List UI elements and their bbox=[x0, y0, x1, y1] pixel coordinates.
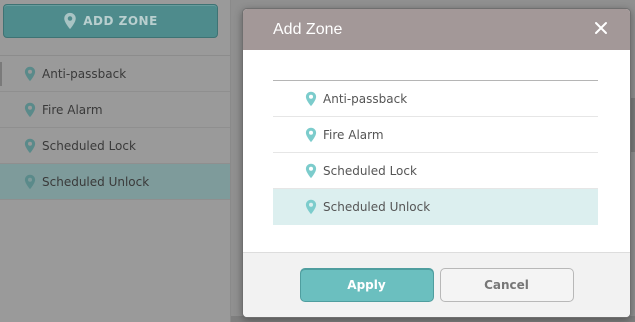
background-zone-label: Scheduled Lock bbox=[42, 138, 136, 153]
dialog-body: Anti-passback Fire Alarm Scheduled Lock bbox=[243, 50, 630, 254]
zone-label: Scheduled Lock bbox=[323, 163, 417, 178]
background-zone-label: Anti-passback bbox=[42, 66, 127, 81]
list-marker bbox=[0, 62, 2, 86]
background-sidebar: ADD ZONE Anti-passback Fire Alarm Schedu… bbox=[0, 0, 230, 322]
map-pin-icon bbox=[24, 102, 36, 117]
zone-label: Scheduled Unlock bbox=[323, 200, 431, 214]
background-zone-item-anti-passback[interactable]: Anti-passback bbox=[0, 56, 230, 92]
cancel-button[interactable]: Cancel bbox=[439, 268, 574, 302]
background-zone-item-scheduled-unlock[interactable]: Scheduled Unlock bbox=[0, 164, 230, 200]
add-zone-dialog: Add Zone Anti-passback Fire Alarm Schedu… bbox=[242, 8, 631, 318]
zone-item-anti-passback[interactable]: Anti-passback bbox=[273, 81, 598, 117]
background-zone-list: Anti-passback Fire Alarm Scheduled Lock … bbox=[0, 56, 230, 200]
background-zone-label: Fire Alarm bbox=[42, 102, 103, 117]
dialog-header: Add Zone bbox=[243, 9, 630, 50]
zone-item-scheduled-lock[interactable]: Scheduled Lock bbox=[273, 153, 598, 189]
background-zone-item-fire-alarm[interactable]: Fire Alarm bbox=[0, 92, 230, 128]
zone-item-fire-alarm[interactable]: Fire Alarm bbox=[273, 117, 598, 153]
add-zone-button[interactable]: ADD ZONE bbox=[3, 4, 218, 38]
map-pin-icon bbox=[24, 66, 36, 81]
zone-item-scheduled-unlock[interactable]: Scheduled Unlock bbox=[273, 189, 598, 225]
add-zone-label: ADD ZONE bbox=[83, 14, 158, 28]
apply-button[interactable]: Apply bbox=[299, 268, 434, 302]
map-pin-icon bbox=[24, 174, 36, 189]
map-pin-icon bbox=[24, 138, 36, 153]
dialog-footer: Apply Cancel bbox=[243, 252, 630, 317]
background-zone-item-scheduled-lock[interactable]: Scheduled Lock bbox=[0, 128, 230, 164]
zone-list: Anti-passback Fire Alarm Scheduled Lock bbox=[273, 80, 598, 225]
zone-label: Anti-passback bbox=[323, 91, 408, 106]
close-icon[interactable] bbox=[594, 21, 608, 35]
map-pin-icon bbox=[305, 127, 317, 142]
dialog-title: Add Zone bbox=[273, 20, 343, 38]
map-pin-icon bbox=[305, 163, 317, 178]
zone-label: Fire Alarm bbox=[323, 127, 384, 142]
background-zone-label: Scheduled Unlock bbox=[42, 174, 150, 189]
map-pin-icon bbox=[305, 199, 317, 215]
map-pin-icon bbox=[305, 91, 317, 106]
close-button[interactable] bbox=[590, 17, 612, 39]
map-pin-icon bbox=[64, 12, 76, 30]
